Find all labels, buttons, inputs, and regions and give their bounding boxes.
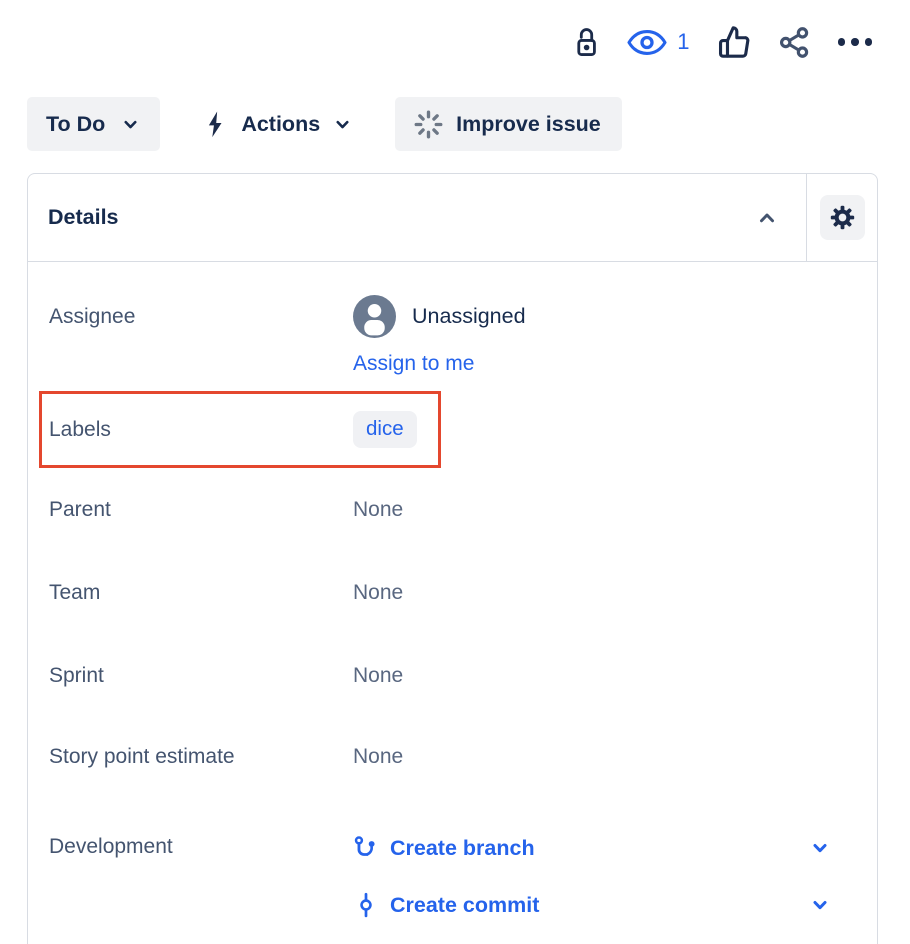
assignee-name: Unassigned bbox=[412, 304, 526, 329]
story-point-estimate-value: None bbox=[353, 745, 403, 769]
chevron-down-icon[interactable] bbox=[810, 895, 830, 915]
more-actions-icon[interactable] bbox=[838, 38, 873, 46]
details-title: Details bbox=[48, 205, 750, 230]
create-branch-link[interactable]: Create branch bbox=[390, 836, 810, 861]
assignee-value[interactable]: Unassigned bbox=[353, 295, 526, 338]
lock-icon[interactable] bbox=[574, 24, 599, 61]
status-dropdown-button[interactable]: To Do bbox=[27, 97, 160, 151]
team-label: Team bbox=[49, 581, 353, 605]
lightning-bolt-icon bbox=[203, 110, 228, 139]
git-branch-icon bbox=[353, 835, 379, 861]
chevron-down-icon bbox=[333, 115, 352, 134]
actions-dropdown-button[interactable]: Actions bbox=[199, 97, 356, 151]
team-value: None bbox=[353, 581, 403, 605]
development-label: Development bbox=[49, 830, 353, 859]
details-panel: Details bbox=[27, 173, 878, 944]
chevron-down-icon bbox=[121, 115, 140, 134]
field-row-sprint[interactable]: Sprint None bbox=[28, 634, 877, 717]
create-commit-link[interactable]: Create commit bbox=[390, 893, 810, 918]
field-row-team[interactable]: Team None bbox=[28, 551, 877, 634]
jira-issue-detail-screen: 1 To Do bbox=[0, 0, 910, 944]
parent-label: Parent bbox=[49, 498, 353, 522]
labels-label: Labels bbox=[49, 418, 353, 442]
git-commit-icon bbox=[353, 892, 379, 918]
watch-group[interactable]: 1 bbox=[626, 27, 689, 58]
field-row-labels: Labels dice bbox=[28, 391, 877, 468]
share-icon[interactable] bbox=[778, 26, 811, 59]
improve-issue-button[interactable]: Improve issue bbox=[395, 97, 622, 151]
label-chip-dice[interactable]: dice bbox=[353, 411, 417, 448]
watchers-count: 1 bbox=[677, 29, 689, 55]
sprint-label: Sprint bbox=[49, 664, 353, 688]
issue-toolbar: To Do Actions Improve i bbox=[27, 97, 622, 151]
assignee-label: Assignee bbox=[49, 295, 353, 329]
chevron-down-icon[interactable] bbox=[810, 838, 830, 858]
create-commit-row[interactable]: Create commit bbox=[353, 887, 830, 923]
status-label: To Do bbox=[46, 112, 105, 137]
field-row-parent[interactable]: Parent None bbox=[28, 468, 877, 551]
sprint-value: None bbox=[353, 664, 403, 688]
collapse-chevron-up-icon[interactable] bbox=[750, 201, 784, 235]
details-panel-header[interactable]: Details bbox=[28, 174, 877, 262]
field-row-assignee: Assignee Unassigned bbox=[28, 262, 877, 391]
parent-value: None bbox=[353, 498, 403, 522]
field-row-story-point-estimate[interactable]: Story point estimate None bbox=[28, 717, 877, 797]
person-avatar-icon bbox=[353, 295, 396, 338]
field-row-development: Development Create branch bbox=[28, 797, 877, 923]
issue-header-actions: 1 bbox=[574, 20, 872, 64]
story-point-estimate-label: Story point estimate bbox=[49, 745, 353, 769]
assign-to-me-link[interactable]: Assign to me bbox=[353, 352, 526, 376]
create-branch-row[interactable]: Create branch bbox=[353, 830, 830, 866]
thumbs-up-icon[interactable] bbox=[717, 25, 751, 59]
spark-burst-icon bbox=[413, 109, 444, 140]
actions-label: Actions bbox=[241, 112, 320, 137]
eye-icon bbox=[626, 27, 668, 58]
gear-icon[interactable] bbox=[820, 195, 865, 240]
improve-issue-label: Improve issue bbox=[456, 112, 601, 137]
